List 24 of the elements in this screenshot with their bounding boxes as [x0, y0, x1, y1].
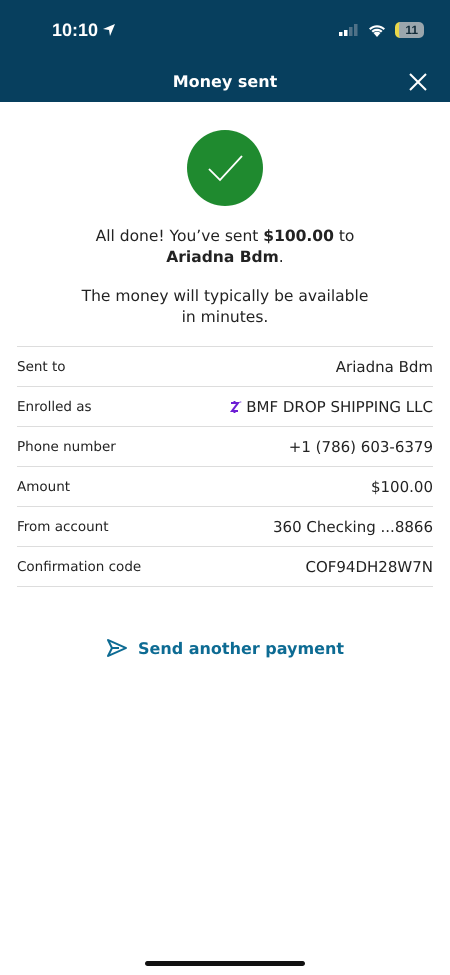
detail-value: $100.00 — [370, 478, 433, 496]
location-icon — [102, 23, 116, 37]
detail-label: Confirmation code — [17, 558, 142, 574]
detail-label: Enrolled as — [17, 398, 92, 414]
zelle-logo-icon — [228, 400, 242, 414]
confirmation-message: All done! You’ve sent $100.00 to Ariadna Bdm. — [94, 226, 356, 268]
detail-label: From account — [17, 518, 109, 534]
detail-value: +1 (786) 603-6379 — [288, 438, 433, 456]
detail-label: Sent to — [17, 358, 66, 374]
screen-title: Money sent — [172, 72, 278, 90]
availability-note: The money will typically be available in minutes. — [80, 286, 370, 328]
send-another-payment-link[interactable]: Send another payment — [100, 637, 350, 659]
checkmark-icon — [187, 130, 263, 206]
battery-indicator: 11 — [395, 22, 424, 38]
wifi-icon — [367, 23, 388, 37]
status-time: 10:10 — [52, 20, 98, 40]
detail-label: Amount — [17, 478, 70, 494]
detail-value: Ariadna Bdm — [336, 358, 433, 376]
detail-value: COF94DH28W7N — [305, 558, 433, 576]
detail-label: Phone number — [17, 438, 116, 454]
send-icon — [106, 638, 128, 658]
detail-value: BMF DROP SHIPPING LLC — [246, 398, 433, 416]
detail-value: 360 Checking ...8866 — [273, 518, 433, 536]
signal-icon — [339, 24, 360, 36]
